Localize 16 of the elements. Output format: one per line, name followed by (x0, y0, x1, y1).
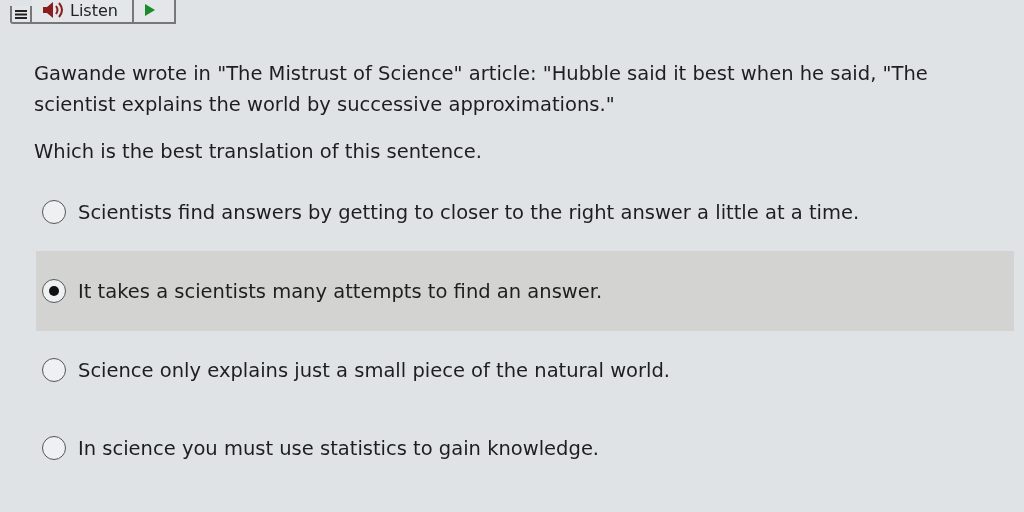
menu-button[interactable] (10, 6, 32, 24)
answer-option[interactable]: Scientists find answers by getting to closer to the right answer a little at a time. (0, 193, 1024, 231)
play-icon (143, 3, 156, 17)
radio-button[interactable] (42, 358, 66, 382)
play-button[interactable] (133, 0, 176, 24)
question-text: Gawande wrote in "The Mistrust of Science" article: "Hubble said it best when he said, "The scientist explains the world by successive approximations." (34, 61, 929, 118)
speaker-icon (42, 1, 64, 19)
answer-option[interactable]: Science only explains just a small piece of the natural world. (0, 351, 1024, 389)
answer-option[interactable]: In science you must use statistics to gain knowledge. (0, 429, 1024, 467)
radio-button[interactable] (42, 279, 66, 303)
listen-button[interactable]: Listen (32, 0, 134, 24)
radio-button[interactable] (42, 436, 66, 460)
menu-icon (14, 8, 28, 20)
question-prompt: Which is the best translation of this sentence. (34, 140, 483, 163)
radio-button[interactable] (42, 200, 66, 224)
selected-answer-row[interactable]: It takes a scientists many attempts to find an answer. (36, 251, 1014, 331)
